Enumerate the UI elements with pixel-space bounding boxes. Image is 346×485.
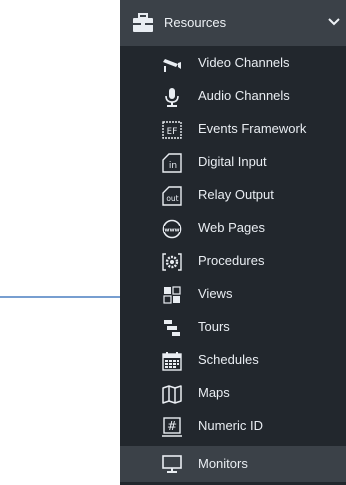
sidebar-item-label: Monitors <box>198 456 248 471</box>
events-framework-icon-text: EF <box>167 127 178 137</box>
sidebar-item-views[interactable]: Views <box>120 278 346 311</box>
sidebar-item-monitors[interactable]: Monitors <box>120 446 346 482</box>
sidebar-item-audio-channels[interactable]: Audio Channels <box>120 80 346 113</box>
sidebar-item-label: Video Channels <box>198 55 290 70</box>
sidebar-item-video-channels[interactable]: Video Channels <box>120 47 346 80</box>
procedures-gear-icon <box>162 253 182 271</box>
sidebar-item-web-pages[interactable]: www Web Pages <box>120 212 346 245</box>
resources-header[interactable]: Resources <box>120 0 346 46</box>
sidebar-item-label: Audio Channels <box>198 88 290 103</box>
views-grid-icon <box>163 286 181 304</box>
briefcase-icon <box>133 13 153 32</box>
monitor-icon <box>162 455 182 473</box>
calendar-icon <box>162 352 182 371</box>
sidebar-item-maps[interactable]: Maps <box>120 377 346 410</box>
sidebar-item-events-framework[interactable]: EF Events Framework <box>120 113 346 146</box>
hash-icon: # <box>162 417 182 437</box>
hash-icon-text: # <box>167 419 177 433</box>
sidebar-item-label: Events Framework <box>198 121 307 136</box>
relay-output-icon-text: out <box>166 194 178 203</box>
events-framework-icon: EF <box>162 121 182 139</box>
relay-output-icon: out <box>162 186 182 206</box>
map-icon <box>162 385 182 404</box>
sidebar-item-label: Schedules <box>198 352 259 367</box>
sidebar-item-label: Tours <box>198 319 230 334</box>
sidebar-item-numeric-id[interactable]: # Numeric ID <box>120 410 346 443</box>
sidebar-item-label: Maps <box>198 385 230 400</box>
sidebar-item-relay-output[interactable]: out Relay Output <box>120 179 346 212</box>
sidebar-item-procedures[interactable]: Procedures <box>120 245 346 278</box>
resources-sidebar: Resources Video Channels Audio Channels … <box>120 0 346 485</box>
sidebar-item-label: Numeric ID <box>198 418 264 433</box>
digital-input-icon: in <box>162 153 182 173</box>
resources-header-label: Resources <box>164 15 227 30</box>
sidebar-item-label: Views <box>198 286 233 301</box>
globe-icon: www <box>162 219 182 239</box>
sidebar-item-digital-input[interactable]: in Digital Input <box>120 146 346 179</box>
chevron-down-icon[interactable] <box>328 16 340 28</box>
tours-icon <box>164 320 180 336</box>
camera-icon <box>163 59 181 72</box>
sidebar-item-tours[interactable]: Tours <box>120 311 346 344</box>
sidebar-item-label: Digital Input <box>198 154 267 169</box>
sidebar-item-schedules[interactable]: Schedules <box>120 344 346 377</box>
sidebar-item-label: Procedures <box>198 253 265 268</box>
microphone-icon <box>165 88 179 107</box>
sidebar-item-label: Relay Output <box>198 187 274 202</box>
sidebar-item-label: Web Pages <box>198 220 265 235</box>
globe-icon-text: www <box>164 227 179 233</box>
digital-input-icon-text: in <box>169 161 177 171</box>
